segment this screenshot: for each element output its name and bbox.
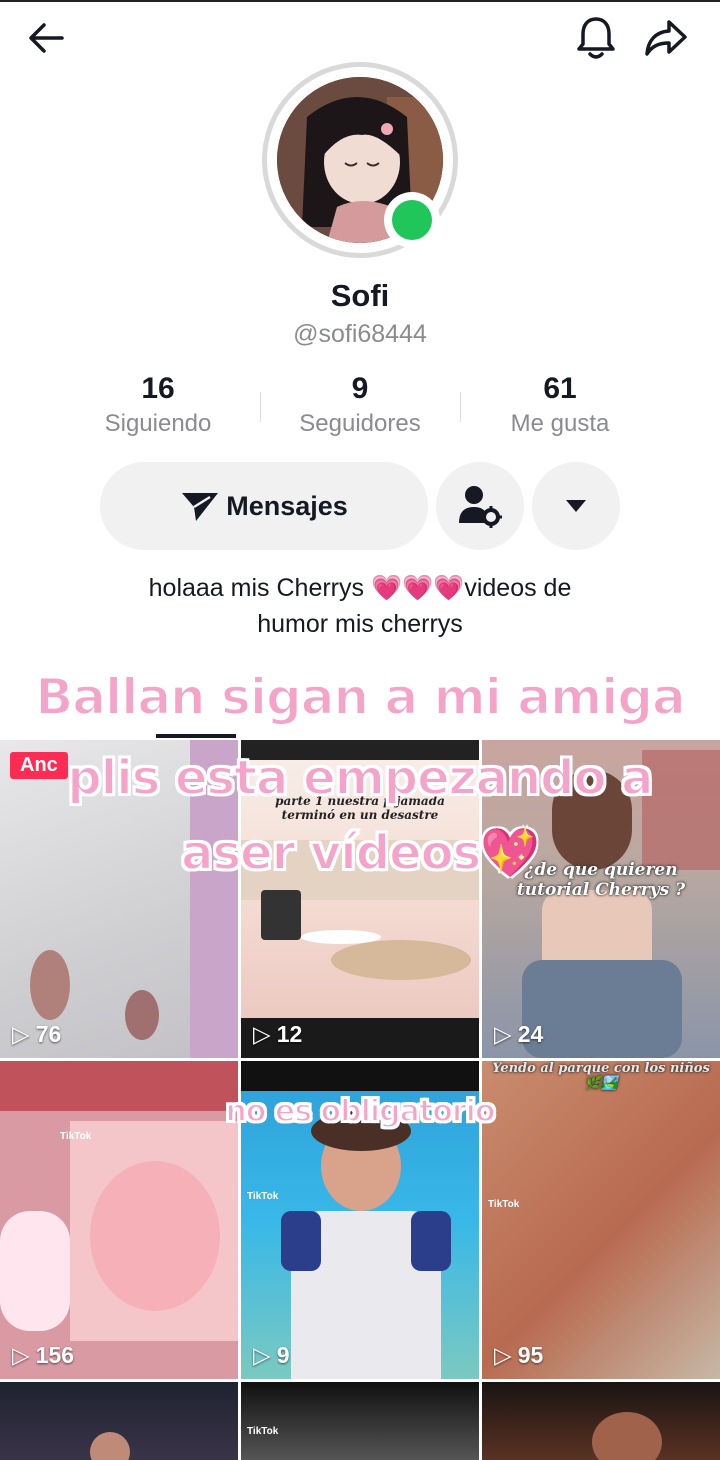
friend-settings-button[interactable]: [436, 462, 524, 550]
bell-icon: [577, 17, 615, 59]
stat-likes[interactable]: 61 Me gusta: [460, 372, 660, 438]
stat-followers[interactable]: 9 Seguidores: [260, 372, 460, 438]
bio-line-2: humor mis cherrys: [257, 610, 463, 638]
video-views: ▷ 156: [12, 1342, 75, 1368]
tiktok-watermark: TikTok: [247, 1426, 279, 1437]
profile-handle: @sofi68444: [293, 320, 427, 348]
video-views: ▷ 95: [494, 1342, 544, 1368]
arrow-left-icon: [29, 23, 64, 53]
video-caption: Yendo al parque con los niños 🌿🏞️: [492, 1061, 710, 1091]
caret-down-icon: [566, 500, 586, 512]
stat-followers-label: Seguidores: [299, 410, 421, 437]
online-status-indicator: [384, 192, 440, 248]
message-button-label: Mensajes: [226, 490, 348, 521]
overlay-text: plis esta empezando a: [66, 749, 654, 807]
tiktok-watermark: TikTok: [488, 1199, 520, 1210]
profile-bio: holaaa mis Cherrys 💗💗💗videos de humor mi…: [60, 570, 660, 642]
share-icon: [645, 20, 687, 56]
send-icon: [182, 493, 219, 521]
stat-following-value: 16: [141, 372, 175, 405]
video-thumbnail[interactable]: [0, 1382, 238, 1460]
video-views: ▷ 9: [253, 1342, 290, 1368]
overlay-text: Ballan sigan a mi amiga: [34, 667, 687, 727]
notifications-button[interactable]: [572, 14, 620, 62]
stat-followers-value: 9: [351, 372, 369, 405]
video-views: ▷ 12: [253, 1021, 303, 1047]
user-settings-icon: [459, 486, 502, 528]
play-icon: ▷: [494, 1342, 512, 1368]
video-thumbnail[interactable]: TikTok: [241, 1382, 479, 1460]
stat-following[interactable]: 16 Siguiendo: [58, 372, 258, 438]
bio-line-1: holaaa mis Cherrys 💗💗💗videos de: [148, 574, 572, 602]
back-button[interactable]: [22, 14, 70, 62]
play-icon: ▷: [253, 1342, 271, 1368]
message-button[interactable]: Mensajes: [100, 462, 428, 550]
stat-likes-label: Me gusta: [510, 410, 610, 437]
video-views: ▷ 24: [494, 1021, 544, 1047]
tiktok-watermark: TikTok: [60, 1131, 92, 1142]
overlay-text: aser vídeos💖: [180, 824, 541, 882]
more-options-button[interactable]: [532, 462, 620, 550]
share-button[interactable]: [642, 14, 690, 62]
tiktok-watermark: TikTok: [247, 1191, 279, 1202]
video-views: ▷ 76: [12, 1021, 62, 1047]
play-icon: ▷: [494, 1021, 512, 1047]
play-icon: ▷: [12, 1021, 30, 1047]
video-thumbnail[interactable]: [482, 1382, 720, 1460]
play-icon: ▷: [12, 1342, 30, 1368]
play-icon: ▷: [253, 1021, 271, 1047]
stat-following-label: Siguiendo: [104, 410, 212, 437]
stat-likes-value: 61: [543, 372, 577, 405]
tab-indicator-videos[interactable]: [156, 734, 236, 738]
profile-name: Sofi: [330, 278, 390, 313]
overlay-text: no es obligatorio: [224, 1093, 496, 1130]
